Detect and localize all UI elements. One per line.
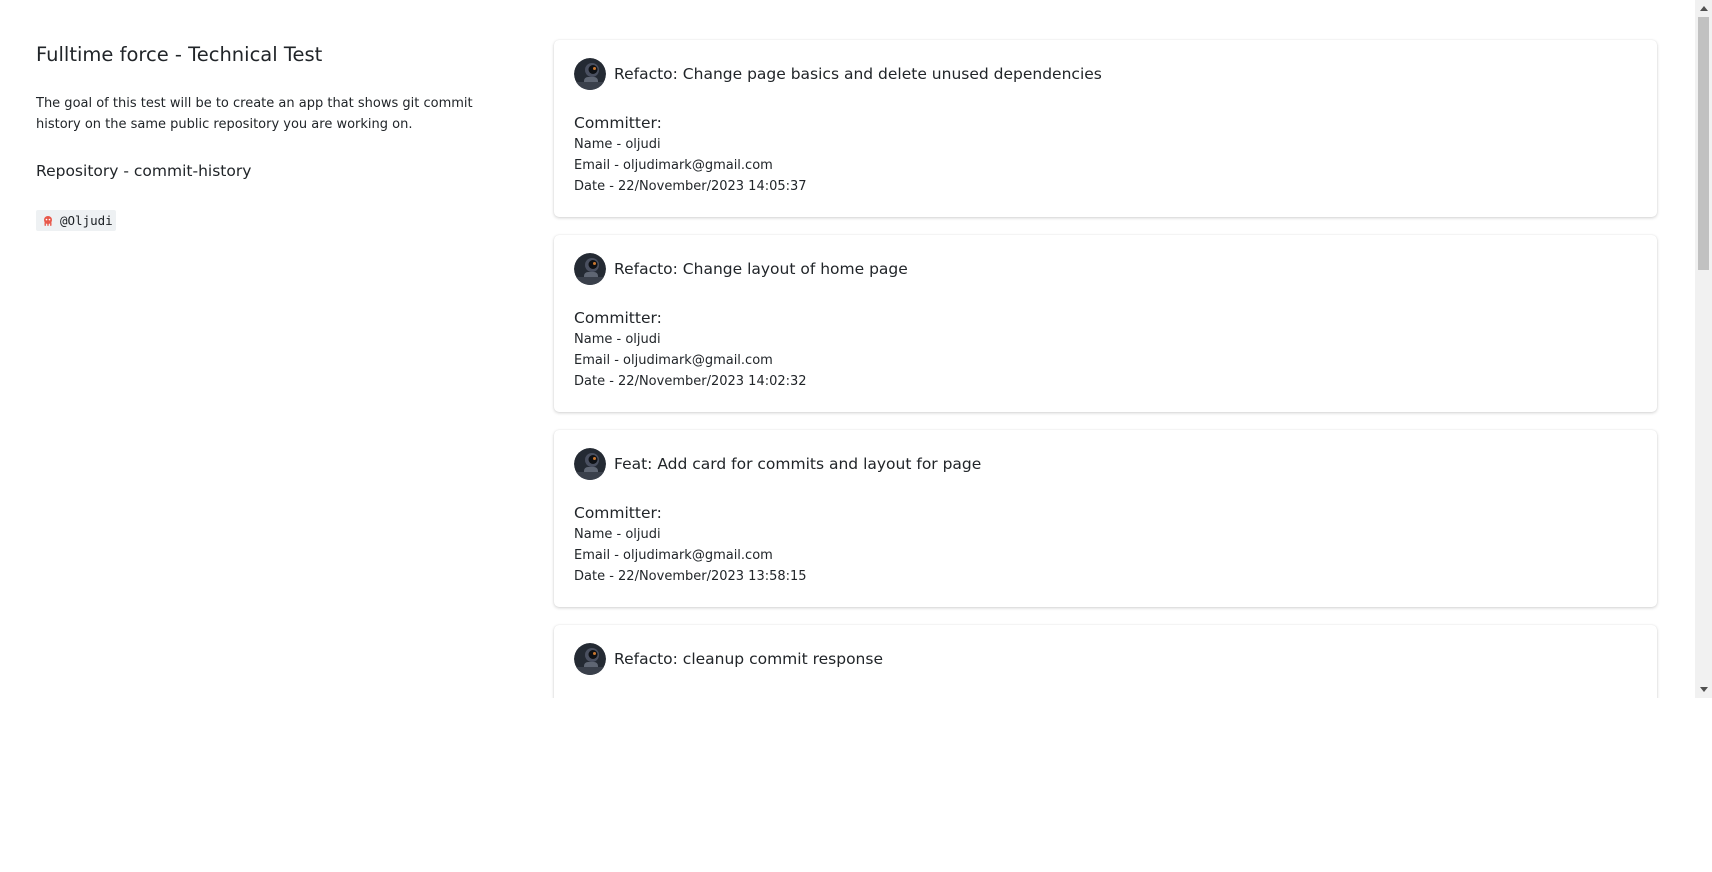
github-octocat-icon [42, 215, 54, 227]
scroll-down-arrow-icon[interactable] [1695, 681, 1712, 698]
commit-card: Refacto: cleanup commit response [554, 625, 1657, 698]
commit-date: Date - 22/November/2023 14:02:32 [574, 371, 807, 392]
avatar [574, 58, 606, 90]
email-label: Email - [574, 353, 624, 368]
committer-heading: Committer: [574, 309, 662, 327]
page-title: Fulltime force - Technical Test [36, 43, 323, 66]
email-value: oljudimark@gmail.com [623, 158, 773, 173]
commit-header: Refacto: cleanup commit response [574, 643, 883, 675]
intro-panel: Fulltime force - Technical Test The goal… [36, 40, 496, 231]
commit-date: Date - 22/November/2023 13:58:15 [574, 566, 807, 587]
committer-email: Email - oljudimark@gmail.com [574, 545, 807, 566]
scrollbar-thumb[interactable] [1698, 17, 1709, 270]
date-value: 22/November/2023 13:58:15 [618, 569, 807, 584]
email-label: Email - [574, 548, 624, 563]
committer-info: Committer: Name - oljudi Email - oljudim… [574, 112, 807, 197]
user-badge[interactable]: @Oljudi [36, 210, 116, 231]
name-value: oljudi [625, 332, 661, 347]
repository-label: Repository [36, 162, 119, 180]
date-value: 22/November/2023 14:02:32 [618, 374, 807, 389]
commit-header: Feat: Add card for commits and layout fo… [574, 448, 981, 480]
commit-message: Feat: Add card for commits and layout fo… [614, 455, 982, 473]
repository-separator: - [123, 162, 129, 180]
user-handle: @Oljudi [60, 213, 113, 228]
name-label: Name - [574, 332, 626, 347]
avatar [574, 448, 606, 480]
page-viewport: Fulltime force - Technical Test The goal… [0, 0, 1712, 698]
commit-header: Refacto: Change layout of home page [574, 253, 908, 285]
committer-info: Committer: Name - oljudi Email - oljudim… [574, 307, 807, 392]
date-label: Date - [574, 179, 619, 194]
repository-info: Repository - commit-history [36, 159, 251, 183]
commit-card: Feat: Add card for commits and layout fo… [554, 430, 1657, 607]
commit-list: Refacto: Change page basics and delete u… [554, 40, 1657, 698]
avatar [574, 643, 606, 675]
committer-name: Name - oljudi [574, 524, 807, 545]
committer-email: Email - oljudimark@gmail.com [574, 155, 807, 176]
committer-info: Committer: Name - oljudi Email - oljudim… [574, 502, 807, 587]
scroll-up-arrow-icon[interactable] [1695, 0, 1712, 17]
date-value: 22/November/2023 14:05:37 [618, 179, 807, 194]
page-description: The goal of this test will be to create … [36, 96, 473, 132]
email-label: Email - [574, 158, 624, 173]
email-value: oljudimark@gmail.com [623, 548, 773, 563]
name-value: oljudi [625, 137, 661, 152]
commit-message: Refacto: Change page basics and delete u… [614, 65, 1102, 83]
date-label: Date - [574, 374, 619, 389]
commit-message: Refacto: Change layout of home page [614, 260, 908, 278]
committer-email: Email - oljudimark@gmail.com [574, 350, 807, 371]
commit-date: Date - 22/November/2023 14:05:37 [574, 176, 807, 197]
committer-name: Name - oljudi [574, 329, 807, 350]
committer-name: Name - oljudi [574, 134, 807, 155]
vertical-scrollbar[interactable] [1695, 0, 1712, 698]
committer-heading: Committer: [574, 114, 662, 132]
name-value: oljudi [625, 527, 661, 542]
commit-card: Refacto: Change page basics and delete u… [554, 40, 1657, 217]
commit-header: Refacto: Change page basics and delete u… [574, 58, 1102, 90]
name-label: Name - [574, 137, 626, 152]
committer-heading: Committer: [574, 504, 662, 522]
avatar [574, 253, 606, 285]
commit-card: Refacto: Change layout of home page Comm… [554, 235, 1657, 412]
email-value: oljudimark@gmail.com [623, 353, 773, 368]
repository-name: commit-history [133, 162, 252, 180]
name-label: Name - [574, 527, 626, 542]
date-label: Date - [574, 569, 619, 584]
commit-message: Refacto: cleanup commit response [614, 650, 883, 668]
